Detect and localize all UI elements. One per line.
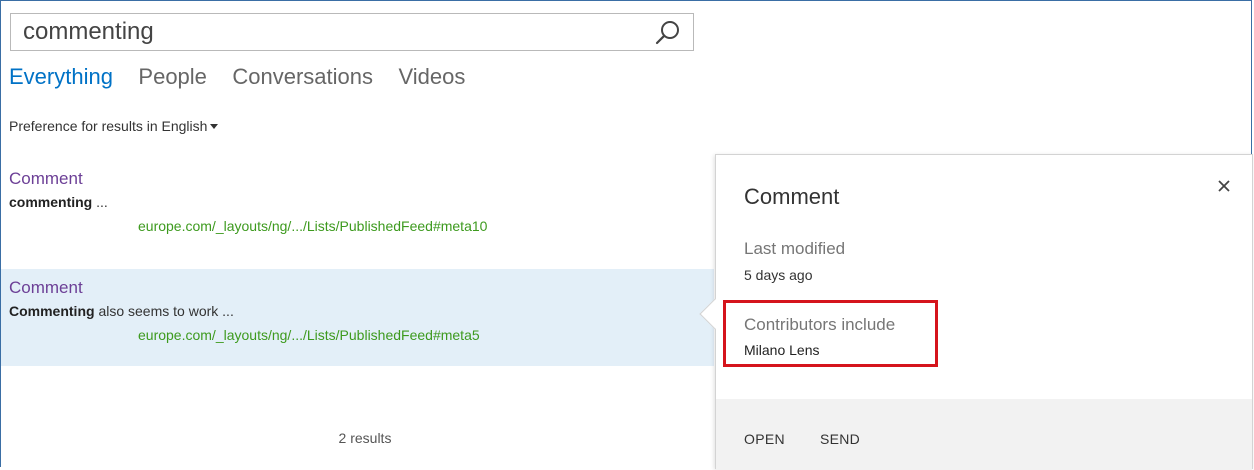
search-result: Comment commenting ... europe.com/_layou… bbox=[1, 160, 714, 266]
tab-videos[interactable]: Videos bbox=[398, 64, 465, 90]
last-modified-value: 5 days ago bbox=[744, 267, 813, 283]
result-snippet-highlight: commenting bbox=[9, 194, 93, 210]
last-modified-label: Last modified bbox=[744, 239, 846, 258]
hover-panel-title: Comment bbox=[744, 184, 840, 209]
language-preference: Preference for results in English bbox=[9, 118, 219, 134]
caret-down-icon[interactable] bbox=[210, 124, 219, 129]
search-icon[interactable] bbox=[655, 20, 681, 46]
hover-panel: Comment Last modified 5 days ago Contrib… bbox=[699, 154, 1253, 470]
tab-conversations[interactable]: Conversations bbox=[232, 64, 373, 90]
language-dropdown[interactable]: English bbox=[162, 118, 219, 134]
contributors-label: Contributors include bbox=[744, 315, 896, 334]
result-url[interactable]: europe.com/_layouts/ng/.../Lists/Publish… bbox=[9, 217, 714, 235]
search-box bbox=[10, 13, 694, 51]
close-icon[interactable] bbox=[1216, 178, 1232, 194]
result-snippet-highlight: Commenting bbox=[9, 303, 95, 319]
language-preference-label: Preference for results in bbox=[9, 118, 162, 134]
search-verticals: Everything People Conversations Videos bbox=[9, 64, 486, 94]
send-button[interactable]: SEND bbox=[820, 431, 860, 447]
language-value[interactable]: English bbox=[162, 118, 208, 134]
tab-everything[interactable]: Everything bbox=[9, 64, 113, 90]
result-snippet-text: ... bbox=[92, 194, 108, 210]
result-snippet: Commenting also seems to work ... bbox=[9, 302, 714, 320]
tab-people[interactable]: People bbox=[138, 64, 207, 90]
hover-panel-actions: OPEN SEND bbox=[716, 399, 1252, 470]
result-url[interactable]: europe.com/_layouts/ng/.../Lists/Publish… bbox=[9, 326, 714, 344]
result-snippet: commenting ... bbox=[9, 193, 714, 211]
result-snippet-text: also seems to work ... bbox=[94, 303, 234, 319]
result-count: 2 results bbox=[338, 430, 392, 446]
contributors-value: Milano Lens bbox=[744, 342, 820, 358]
result-title-link[interactable]: Comment bbox=[9, 160, 714, 189]
open-button[interactable]: OPEN bbox=[744, 431, 785, 447]
search-result-selected[interactable]: Comment Commenting also seems to work ..… bbox=[1, 269, 714, 366]
search-input[interactable] bbox=[23, 16, 643, 48]
result-title-link[interactable]: Comment bbox=[9, 269, 714, 298]
